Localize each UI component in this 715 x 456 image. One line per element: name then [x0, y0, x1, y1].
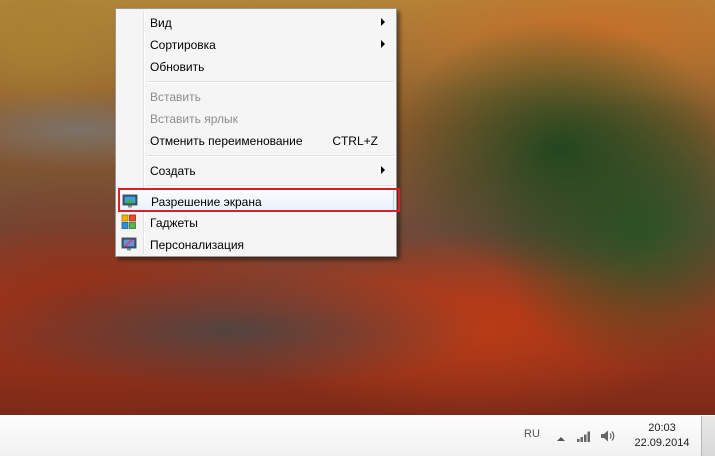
- menu-item-label: Гаджеты: [150, 216, 198, 230]
- clock-time: 20:03: [648, 422, 676, 434]
- menu-item-personalization[interactable]: Персонализация: [118, 233, 394, 255]
- taskbar: RU 20:03 22.09.2014: [0, 415, 715, 456]
- menu-item-screen-resolution[interactable]: Разрешение экрана: [118, 188, 400, 212]
- menu-item-undo-rename[interactable]: Отменить переименование CTRL+Z: [118, 129, 394, 151]
- menu-item-label: Обновить: [150, 60, 205, 74]
- menu-item-view[interactable]: Вид: [118, 11, 394, 33]
- menu-item-paste-shortcut[interactable]: Вставить ярлык: [118, 107, 394, 129]
- system-clock[interactable]: 20:03 22.09.2014: [627, 421, 697, 451]
- menu-item-gadgets[interactable]: Гаджеты: [118, 211, 394, 233]
- clock-date: 22.09.2014: [634, 437, 690, 449]
- menu-item-new[interactable]: Создать: [118, 159, 394, 181]
- menu-item-sort[interactable]: Сортировка: [118, 33, 394, 55]
- menu-item-shortcut: CTRL+Z: [332, 134, 378, 148]
- personalization-icon: [121, 236, 137, 252]
- menu-separator: [147, 185, 394, 187]
- menu-item-label: Вставить: [150, 90, 201, 104]
- menu-item-label: Вид: [150, 16, 172, 30]
- submenu-arrow-icon: [381, 18, 385, 26]
- screen-resolution-icon: [122, 193, 138, 209]
- volume-icon[interactable]: [600, 429, 616, 446]
- menu-item-label: Разрешение экрана: [151, 195, 262, 209]
- desktop-context-menu: Вид Сортировка Обновить Вставить Вставит…: [115, 8, 400, 257]
- submenu-arrow-icon: [381, 40, 385, 48]
- menu-separator: [147, 155, 394, 157]
- show-desktop-button[interactable]: [701, 416, 715, 456]
- menu-item-label: Создать: [150, 164, 196, 178]
- language-indicator[interactable]: RU: [517, 428, 547, 440]
- menu-separator: [147, 81, 394, 83]
- network-signal-icon[interactable]: [576, 429, 592, 446]
- menu-item-paste[interactable]: Вставить: [118, 85, 394, 107]
- show-hidden-icons-icon[interactable]: [556, 432, 566, 446]
- submenu-arrow-icon: [381, 166, 385, 174]
- menu-item-label: Сортировка: [150, 38, 216, 52]
- menu-item-label: Вставить ярлык: [150, 112, 238, 126]
- menu-item-label: Персонализация: [150, 238, 245, 252]
- menu-item-label: Отменить переименование: [150, 134, 303, 148]
- gadgets-icon: [121, 214, 137, 230]
- menu-item-refresh[interactable]: Обновить: [118, 55, 394, 77]
